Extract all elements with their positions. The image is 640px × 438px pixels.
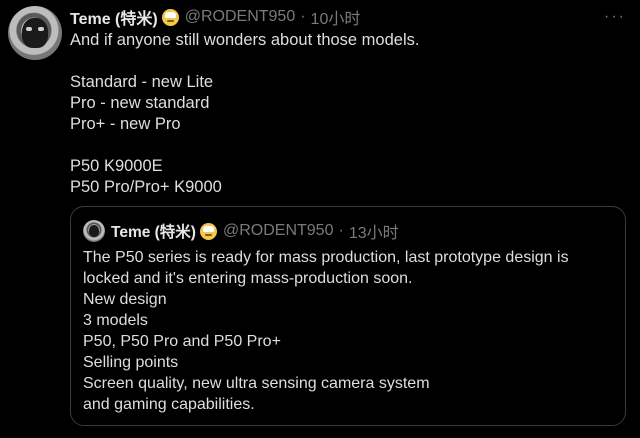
quoted-author-handle[interactable]: @RODENT950: [223, 222, 334, 240]
quoted-tweet-line: 3 models: [83, 312, 148, 329]
author-name[interactable]: Teme (特米): [70, 5, 158, 29]
quoted-tweet-line: Screen quality, new ultra sensing camera…: [83, 375, 430, 392]
tweet-line: [70, 51, 620, 72]
tweet-header: Teme (特米) @RODENT950 · 10小时: [70, 6, 360, 28]
avatar-face: [22, 18, 48, 48]
quoted-tweet[interactable]: Teme (特米) @RODENT950 · 13小时 The P50 seri…: [70, 206, 626, 426]
tweet-text: And if anyone still wonders about those …: [70, 30, 620, 198]
tweet-line: P50 K9000E: [70, 157, 163, 175]
avatar-eye-left: [26, 27, 32, 31]
quoted-tweet-line: Selling points: [83, 354, 179, 371]
tweet-line: Pro - new standard: [70, 94, 210, 112]
tweet-line: P50 Pro/Pro+ K9000: [70, 178, 222, 196]
quoted-tweet-line: and gaming capabilities.: [83, 396, 255, 413]
tweet[interactable]: Teme (特米) @RODENT950 · 10小时 ··· And if a…: [0, 0, 640, 438]
tweet-line: [70, 135, 620, 156]
more-options-icon[interactable]: ···: [604, 8, 626, 26]
quoted-timestamp[interactable]: 13小时: [349, 219, 399, 243]
tweet-line: Pro+ - new Pro: [70, 115, 181, 133]
quoted-tweet-line: P50, P50 Pro and P50 Pro+: [83, 333, 281, 350]
avatar-eye-right: [38, 27, 44, 31]
grinning-face-icon: [199, 222, 217, 240]
separator: ·: [300, 8, 306, 25]
tweet-line: Standard - new Lite: [70, 73, 214, 91]
avatar[interactable]: [8, 6, 62, 60]
quoted-tweet-line: New design: [83, 291, 167, 308]
quoted-avatar[interactable]: [83, 220, 105, 242]
quoted-tweet-text: The P50 series is ready for mass product…: [83, 247, 618, 415]
separator: ·: [338, 222, 344, 239]
tweet-line: And if anyone still wonders about those …: [70, 31, 420, 49]
author-handle[interactable]: @RODENT950: [185, 8, 296, 26]
timestamp[interactable]: 10小时: [311, 5, 361, 29]
quoted-tweet-line: The P50 series is ready for mass product…: [83, 249, 569, 266]
grinning-face-icon: [161, 8, 179, 26]
quoted-avatar-face: [89, 225, 99, 237]
quoted-author-name[interactable]: Teme (特米): [111, 220, 196, 242]
quoted-tweet-header: Teme (特米) @RODENT950 · 13小时: [111, 219, 399, 243]
quoted-tweet-line: locked and it's entering mass-production…: [83, 270, 413, 287]
